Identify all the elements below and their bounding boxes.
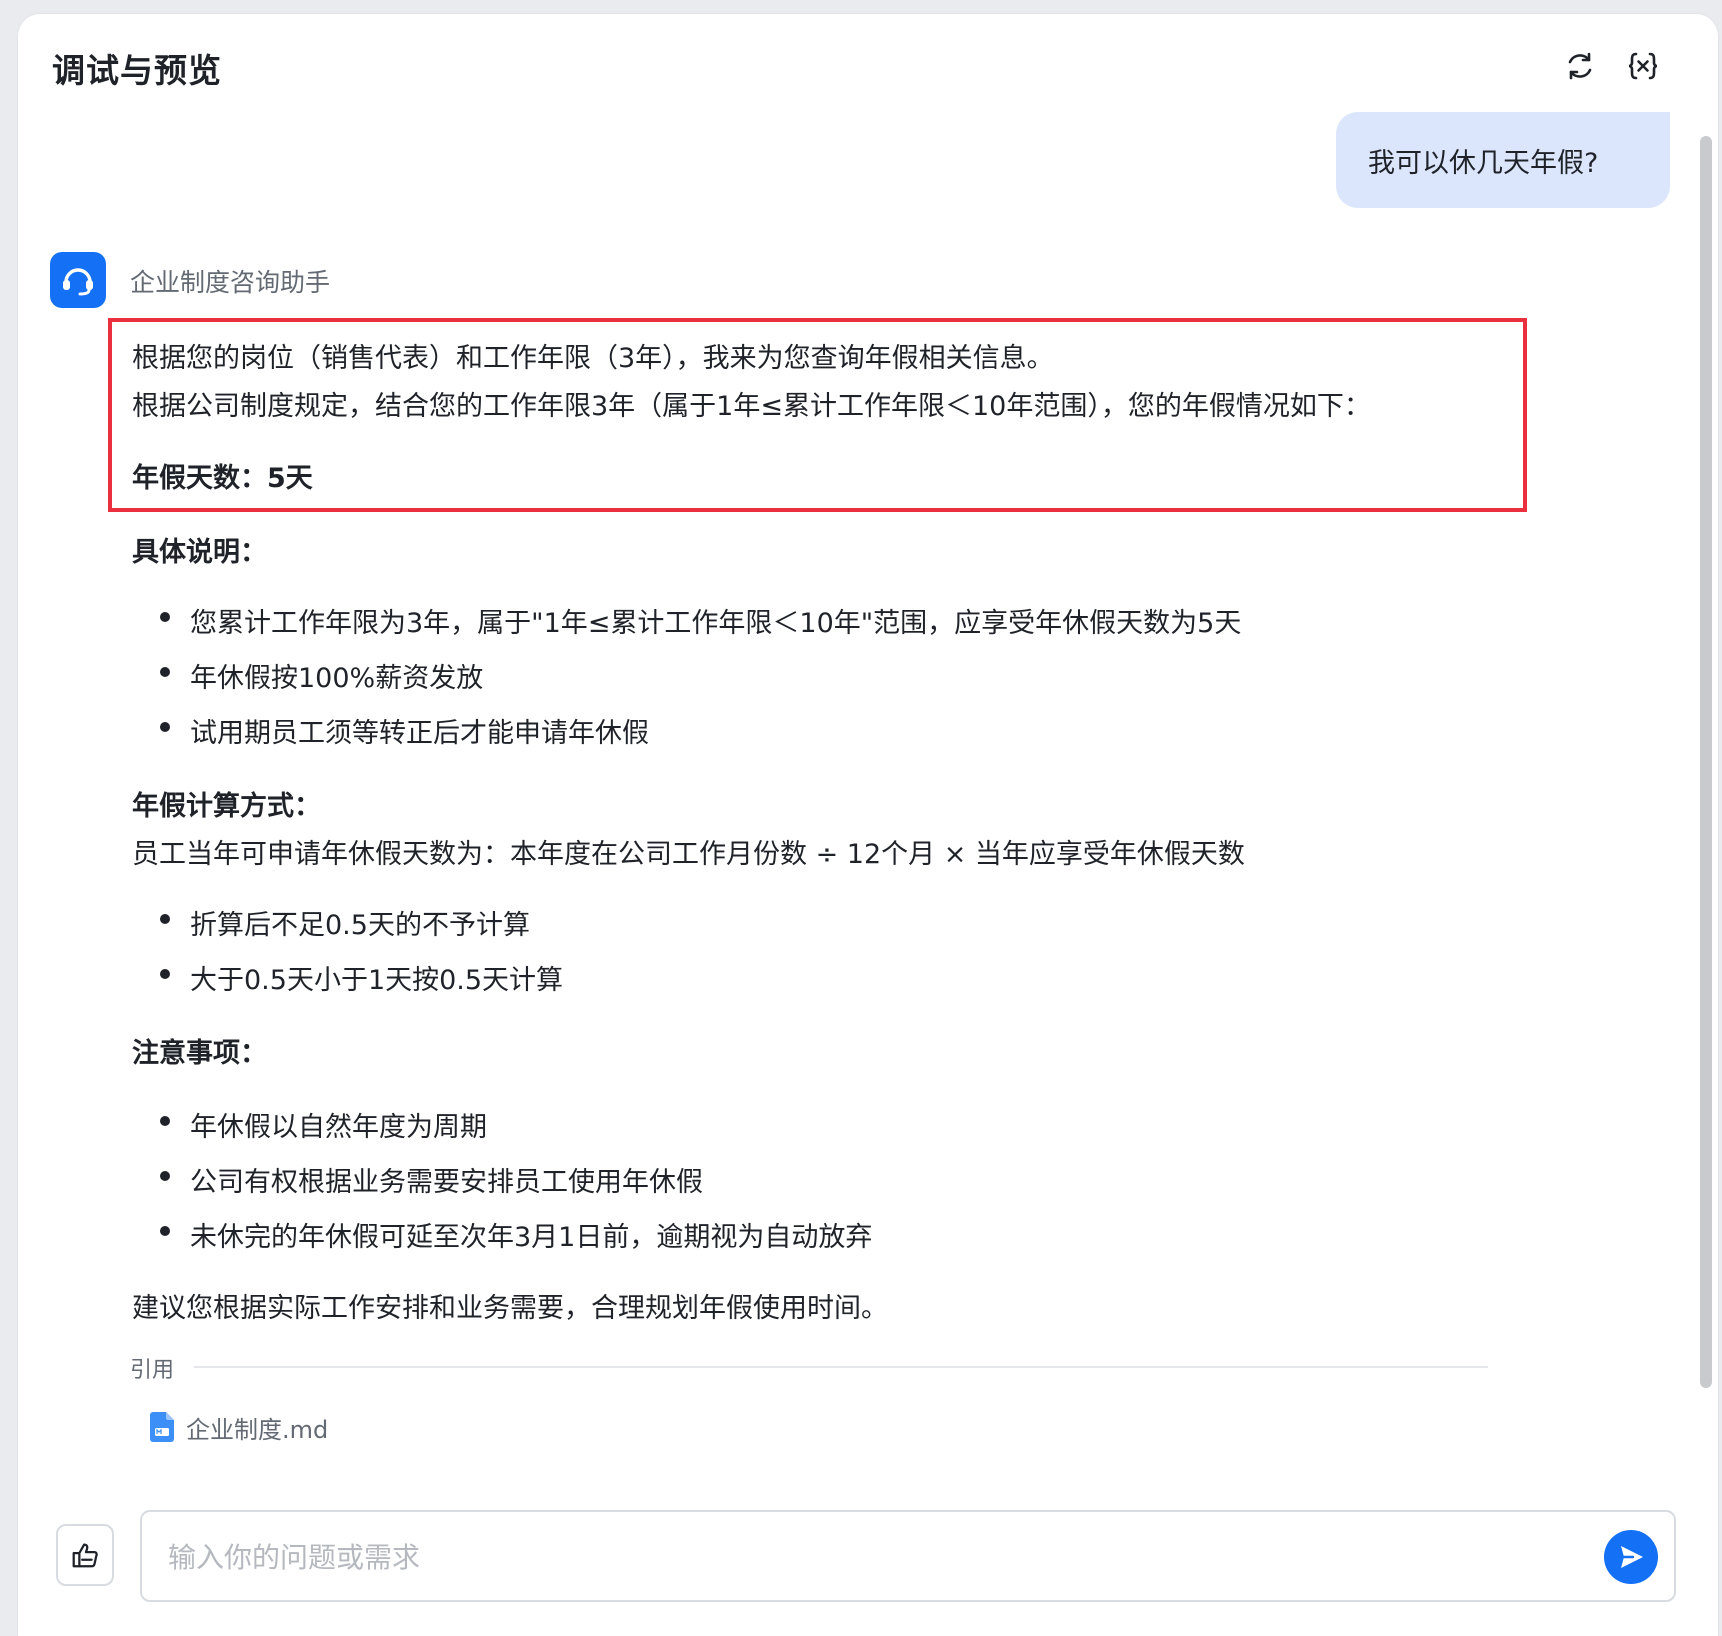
section-title-notes: 注意事项：	[132, 1038, 267, 1069]
variables-button[interactable]	[1623, 46, 1663, 86]
markdown-file-icon	[150, 1412, 174, 1442]
list-item: 未休完的年休假可延至次年3月1日前，逾期视为自动放弃	[190, 1222, 873, 1253]
assistant-name: 企业制度咨询助手	[130, 268, 331, 297]
bullet-dot	[160, 1116, 170, 1126]
calculation-formula: 员工当年可申请年休假天数为：本年度在公司工作月份数 ÷ 12个月 × 当年应享受…	[132, 839, 1245, 870]
send-button[interactable]	[1604, 1530, 1658, 1584]
bullet-dot	[160, 612, 170, 622]
section-title-calculation: 年假计算方式：	[132, 791, 321, 822]
list-item: 折算后不足0.5天的不予计算	[190, 910, 530, 941]
list-item: 年休假以自然年度为周期	[190, 1112, 487, 1143]
list-item: 年休假按100%薪资发放	[190, 663, 484, 694]
answer-paragraph-intro: 根据您的岗位（销售代表）和工作年限（3年），我来为您查询年假相关信息。	[132, 343, 1054, 374]
bullet-dot	[160, 667, 170, 677]
bullet-dot	[160, 1171, 170, 1181]
thumbs-up-box-icon	[72, 1543, 98, 1568]
bullet-dot	[160, 722, 170, 732]
answer-paragraph-rule: 根据公司制度规定，结合您的工作年限3年（属于1年≤累计工作年限＜10年范围），您…	[132, 391, 1371, 422]
bullet-dot	[160, 914, 170, 924]
bullet-dot	[160, 969, 170, 979]
refresh-button[interactable]	[1560, 46, 1600, 86]
annual-leave-days: 年假天数：5天	[132, 463, 313, 494]
list-item: 试用期员工须等转正后才能申请年休假	[190, 718, 649, 749]
reference-divider	[194, 1366, 1488, 1368]
page-title: 调试与预览	[52, 51, 222, 90]
list-item: 公司有权根据业务需要安排员工使用年休假	[190, 1167, 703, 1198]
debug-preview-panel	[18, 14, 1718, 1636]
answer-conclusion: 建议您根据实际工作安排和业务需要，合理规划年假使用时间。	[132, 1293, 888, 1324]
user-message-bubble: 我可以休几天年假?	[1336, 112, 1670, 208]
prompt-tool-button[interactable]	[56, 1524, 114, 1586]
question-input[interactable]	[166, 1532, 1550, 1582]
headset-icon	[63, 268, 93, 296]
list-item: 大于0.5天小于1天按0.5天计算	[190, 965, 564, 996]
bullet-dot	[160, 1226, 170, 1236]
section-title-details: 具体说明：	[132, 537, 267, 568]
variable-braces-icon	[1628, 52, 1658, 80]
user-message-text: 我可以休几天年假?	[1368, 147, 1599, 179]
reference-file-link[interactable]: 企业制度.md	[186, 1410, 328, 1445]
composer-box	[140, 1510, 1676, 1602]
refresh-icon	[1568, 52, 1592, 80]
assistant-avatar	[50, 252, 106, 308]
reference-label: 引用	[130, 1358, 175, 1383]
chat-scrollbar[interactable]	[1700, 136, 1712, 1388]
send-arrow-icon	[1621, 1546, 1643, 1568]
list-item: 您累计工作年限为3年，属于"1年≤累计工作年限＜10年"范围，应享受年休假天数为…	[190, 608, 1242, 639]
